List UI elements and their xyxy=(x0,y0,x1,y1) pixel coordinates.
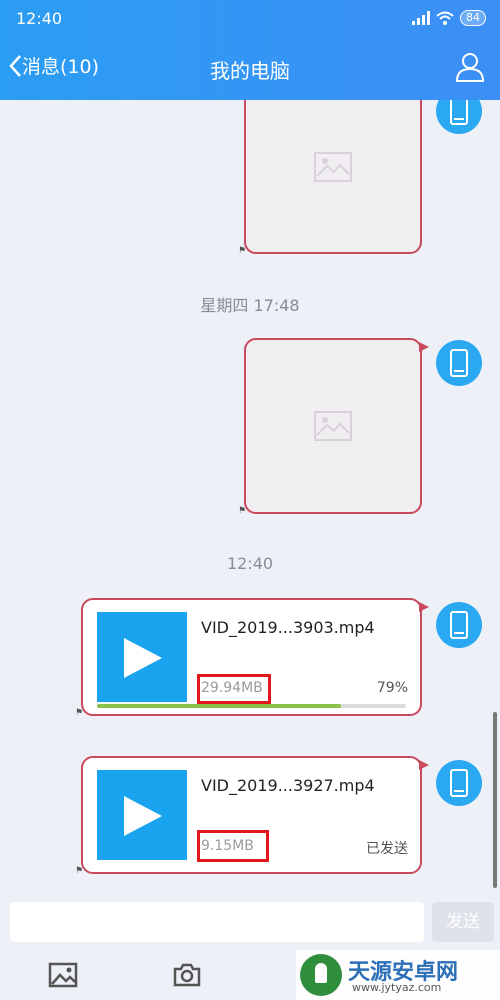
image-placeholder-icon xyxy=(314,411,352,441)
progress-text: 79% xyxy=(376,680,408,696)
video-thumbnail[interactable] xyxy=(97,770,187,860)
video-message-bubble[interactable]: VID_2019...3903.mp4 29.94MB 79% ⚑ xyxy=(75,598,429,718)
file-name: VID_2019...3927.mp4 xyxy=(201,776,375,795)
progress-bar xyxy=(97,704,406,708)
message-list[interactable]: ⚑ 星期四 17:48 ⚑ 12:40 VID_2019...3903.mp4 … xyxy=(0,100,500,900)
user-profile-icon[interactable] xyxy=(454,51,486,83)
play-icon xyxy=(124,638,162,678)
progress-bar-fill xyxy=(97,704,342,708)
status-icons: 84 xyxy=(412,10,486,26)
battery-indicator: 84 xyxy=(460,10,486,26)
status-time: 12:40 xyxy=(16,9,63,28)
image-message-bubble[interactable]: ⚑ xyxy=(238,338,429,516)
scrollbar[interactable] xyxy=(493,712,497,888)
page-title: 我的电脑 xyxy=(210,59,290,83)
phone-icon xyxy=(450,769,468,797)
send-button[interactable]: 发送 xyxy=(432,902,494,942)
avatar[interactable] xyxy=(436,760,482,806)
timestamp: 星期四 17:48 xyxy=(200,296,300,315)
file-size-highlight xyxy=(197,674,271,704)
avatar[interactable] xyxy=(436,340,482,386)
watermark-url: www.jytyaz.com xyxy=(352,981,442,994)
avatar[interactable] xyxy=(436,602,482,648)
camera-icon[interactable] xyxy=(172,960,202,990)
play-icon xyxy=(124,796,162,836)
phone-icon xyxy=(450,611,468,639)
file-name: VID_2019...3903.mp4 xyxy=(201,618,375,637)
watermark: 天源安卓网 www.jytyaz.com xyxy=(296,950,500,1000)
timestamp: 12:40 xyxy=(226,554,274,573)
signal-icon xyxy=(412,11,430,25)
watermark-logo-icon xyxy=(300,954,342,996)
message-input[interactable] xyxy=(10,902,424,942)
send-status: 已发送 xyxy=(366,841,408,857)
image-icon[interactable] xyxy=(48,960,78,990)
image-message-bubble[interactable]: ⚑ xyxy=(238,100,422,256)
video-thumbnail[interactable] xyxy=(97,612,187,702)
flag-icon: ⚑ xyxy=(238,246,247,256)
video-message-bubble[interactable]: VID_2019...3927.mp4 9.15MB 已发送 ⚑ xyxy=(75,756,429,876)
flag-icon: ⚑ xyxy=(75,708,84,718)
flag-icon: ⚑ xyxy=(75,866,84,876)
avatar[interactable] xyxy=(436,100,482,134)
file-size-highlight xyxy=(197,830,269,862)
header: 12:40 84 消息(10) 我的电脑 xyxy=(0,0,500,100)
phone-icon xyxy=(450,349,468,377)
wifi-icon xyxy=(436,11,454,25)
input-row: 发送 xyxy=(0,900,500,950)
phone-icon xyxy=(450,100,468,125)
image-placeholder-icon xyxy=(314,152,352,182)
flag-icon: ⚑ xyxy=(238,506,247,516)
